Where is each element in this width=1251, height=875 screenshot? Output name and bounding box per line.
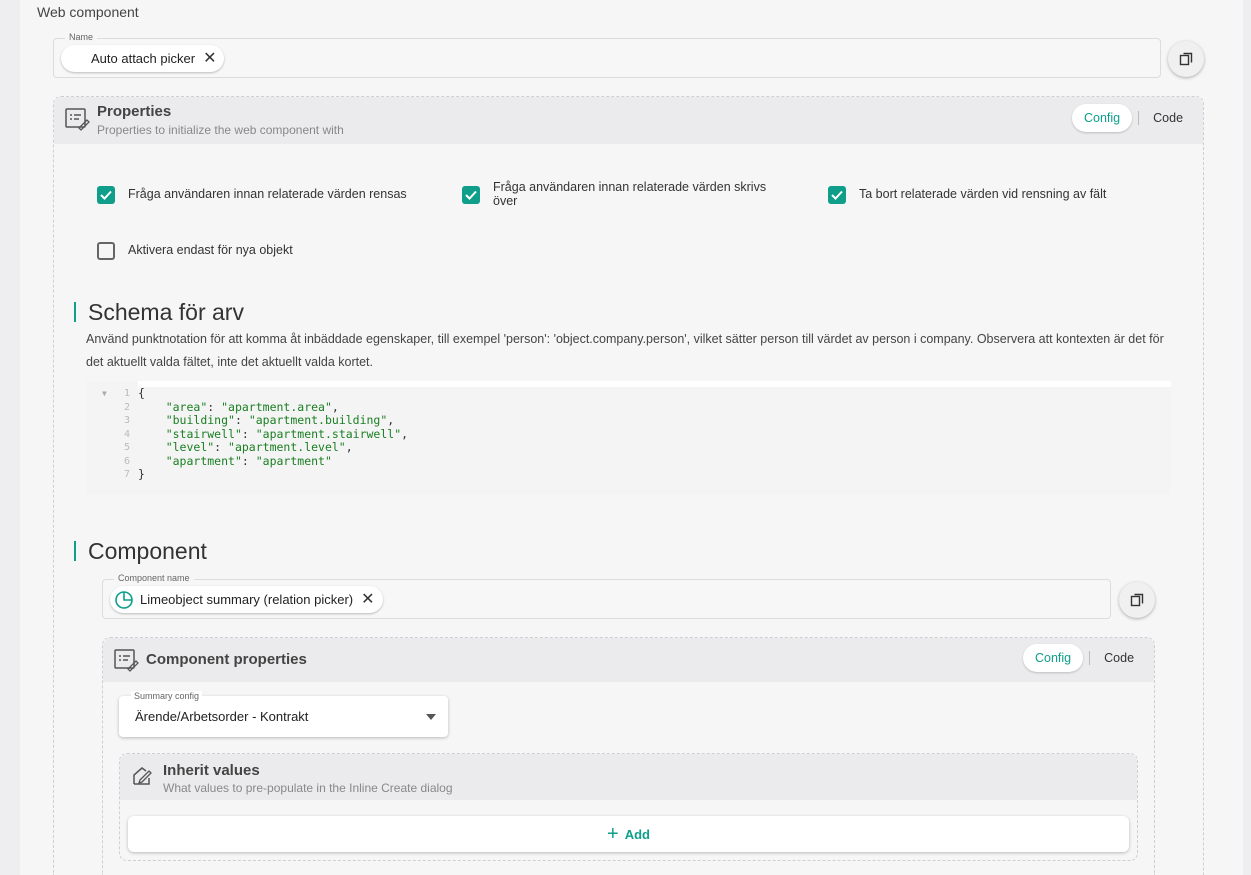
- close-icon[interactable]: ✕: [203, 50, 216, 67]
- component-name-label: Component name: [114, 573, 194, 583]
- checkbox-label: Fråga användaren innan relaterade värden…: [493, 180, 767, 208]
- summary-config-select[interactable]: Ärende/Arbetsorder - Kontrakt: [119, 696, 448, 737]
- code-line: 7}: [123, 467, 145, 481]
- summary-config-label: Summary config: [131, 691, 203, 701]
- inherit-values-subtitle: What values to pre-populate in the Inlin…: [163, 781, 453, 795]
- properties-icon: [65, 108, 90, 131]
- copy-icon: [1179, 52, 1193, 66]
- component-chip[interactable]: Limeobject summary (relation picker) ✕: [110, 586, 383, 613]
- add-inherit-value-button[interactable]: + Add: [128, 816, 1129, 852]
- inherit-values-title: Inherit values: [163, 762, 260, 779]
- checkbox-remove-on-clear[interactable]: Ta bort relaterade värden vid rensning a…: [828, 186, 1168, 204]
- inherit-icon: [133, 767, 152, 785]
- pie-chart-icon: [115, 590, 133, 609]
- code-line: 5 "level": "apartment.level",: [123, 440, 353, 454]
- properties-title: Properties: [97, 103, 172, 120]
- copy-button[interactable]: [1168, 41, 1204, 77]
- checkbox-checked-icon[interactable]: [828, 186, 846, 204]
- web-component-title: Web component: [37, 4, 139, 20]
- component-properties-icon: [114, 649, 139, 672]
- code-tab[interactable]: Code: [1145, 104, 1191, 132]
- code-line: 4 "stairwell": "apartment.stairwell",: [123, 426, 409, 441]
- component-properties-view-toggle[interactable]: Config Code: [1023, 644, 1142, 672]
- checkbox-checked-icon[interactable]: [97, 186, 115, 204]
- copy-icon: [1130, 593, 1144, 607]
- code-line: 3 "building": "apartment.building",: [123, 413, 395, 427]
- schema-description: Använd punktnotation för att komma åt in…: [86, 332, 1164, 369]
- properties-subtitle: Properties to initialize the web compone…: [97, 123, 344, 137]
- code-line: 1{: [86, 386, 1171, 401]
- fold-arrow-icon[interactable]: ▼: [102, 389, 107, 398]
- config-tab[interactable]: Config: [1023, 644, 1084, 672]
- checkbox-overwrite-confirm[interactable]: Fråga användaren innan relaterade värden…: [462, 179, 802, 208]
- component-heading: Component: [74, 540, 207, 563]
- checkbox-new-objects-only[interactable]: Aktivera endast för nya objekt: [97, 242, 437, 260]
- component-copy-button[interactable]: [1119, 582, 1155, 618]
- component-properties-title: Component properties: [146, 651, 307, 668]
- schema-code-editor[interactable]: ▼ 1{ 2 "area": "apartment.area", 3 "buil…: [86, 381, 1171, 495]
- code-line: 2 "area": "apartment.area",: [123, 399, 339, 414]
- summary-config-value: Ärende/Arbetsorder - Kontrakt: [135, 709, 309, 724]
- toggle-divider: [1089, 651, 1091, 665]
- checkbox-unchecked-icon[interactable]: [97, 242, 115, 260]
- checkbox-label: Aktivera endast för nya objekt: [128, 243, 293, 257]
- config-tab[interactable]: Config: [1072, 104, 1133, 132]
- add-button-label: Add: [624, 826, 650, 842]
- name-field-label: Name: [65, 32, 98, 42]
- code-line: 6 "apartment": "apartment": [123, 453, 332, 468]
- code-tab[interactable]: Code: [1096, 644, 1142, 672]
- checkbox-label: Fråga användaren innan relaterade värden…: [128, 187, 407, 201]
- plus-icon: +: [607, 823, 619, 845]
- name-chip-label: Auto attach picker: [91, 51, 196, 66]
- schema-heading: Schema för arv: [74, 301, 244, 324]
- close-icon[interactable]: ✕: [361, 591, 374, 608]
- chevron-down-icon: [426, 714, 436, 720]
- properties-view-toggle[interactable]: Config Code: [1072, 104, 1191, 132]
- name-chip[interactable]: Auto attach picker ✕: [61, 45, 225, 72]
- component-chip-label: Limeobject summary (relation picker): [140, 592, 354, 607]
- checkbox-label: Ta bort relaterade värden vid rensning a…: [859, 187, 1107, 201]
- checkbox-checked-icon[interactable]: [462, 186, 480, 204]
- checkbox-clear-confirm[interactable]: Fråga användaren innan relaterade värden…: [97, 186, 437, 204]
- toggle-divider: [1138, 111, 1140, 125]
